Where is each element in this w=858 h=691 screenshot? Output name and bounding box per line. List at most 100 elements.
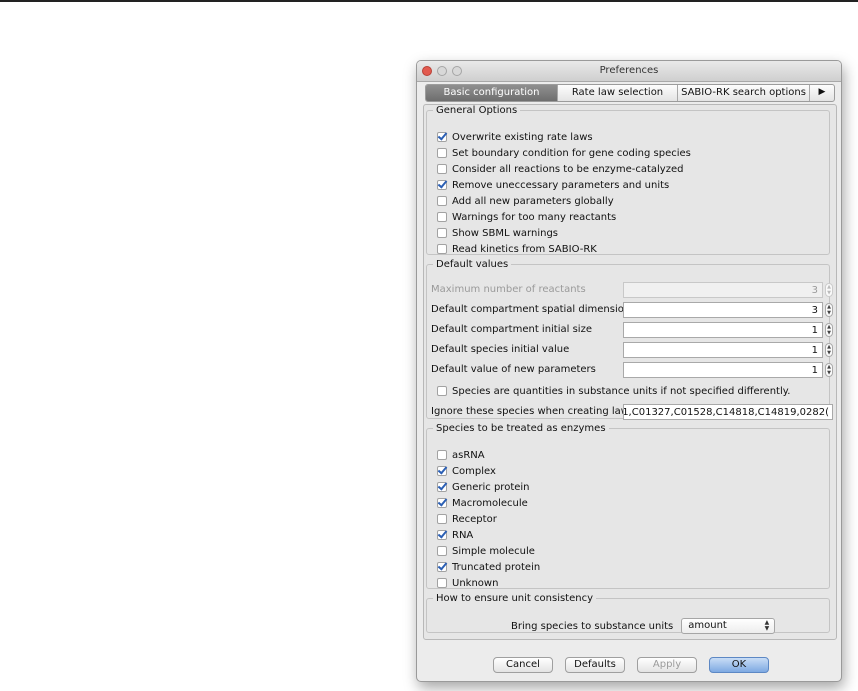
- checkbox-row-asrna[interactable]: asRNA: [437, 448, 485, 462]
- checkbox[interactable]: [437, 148, 447, 158]
- default-values-group: Default values Maximum number of reactan…: [426, 259, 833, 420]
- field-new-parameter-value: Default value of new parameters 1 ▲ ▼: [431, 362, 833, 378]
- checkbox-row-simple-molecule[interactable]: Simple molecule: [437, 544, 535, 558]
- checkbox-label: Simple molecule: [452, 545, 535, 557]
- checkbox-row-parameters-globally[interactable]: Add all new parameters globally: [437, 194, 614, 208]
- substance-units-select[interactable]: amount ▲ ▼: [681, 618, 776, 634]
- checkbox-row-sabio-rk-kinetics[interactable]: Read kinetics from SABIO-RK: [437, 242, 597, 256]
- tab-scroll-right-icon[interactable]: ▶: [810, 85, 834, 101]
- general-options-legend: General Options: [436, 105, 518, 116]
- checkbox[interactable]: [437, 514, 447, 524]
- checkbox-row-enzyme-catalyzed[interactable]: Consider all reactions to be enzyme-cata…: [437, 162, 683, 176]
- checkbox-label: Macromolecule: [452, 497, 528, 509]
- new-parameter-value-input[interactable]: 1: [623, 362, 823, 378]
- checkbox-label: Warnings for too many reactants: [452, 211, 617, 223]
- defaults-button[interactable]: Defaults: [565, 657, 625, 673]
- tab-basic-configuration[interactable]: Basic configuration: [426, 85, 558, 101]
- field-compartment-size: Default compartment initial size 1 ▲ ▼: [431, 322, 833, 338]
- stepper-icon[interactable]: ▲ ▼: [825, 303, 833, 317]
- checkbox-row-macromolecule[interactable]: Macromolecule: [437, 496, 528, 510]
- checkbox[interactable]: [437, 578, 447, 588]
- checkbox[interactable]: [437, 546, 447, 556]
- stepper-icon[interactable]: ▲ ▼: [825, 343, 833, 357]
- species-initial-value-input[interactable]: 1: [623, 342, 823, 358]
- checkbox[interactable]: [437, 164, 447, 174]
- field-ignore-species: Ignore these species when creating laws …: [431, 404, 833, 420]
- checkbox[interactable]: [437, 212, 447, 222]
- tab-sabio-rk-search-options[interactable]: SABIO-RK search options: [678, 85, 810, 101]
- checkbox-label: Add all new parameters globally: [452, 195, 614, 207]
- checkbox-label: Consider all reactions to be enzyme-cata…: [452, 163, 684, 175]
- checkbox-label: Truncated protein: [452, 561, 541, 573]
- checkbox[interactable]: [437, 386, 447, 396]
- checkbox[interactable]: [437, 498, 447, 508]
- checkbox-label: Complex: [452, 465, 496, 477]
- checkbox-row-truncated-protein[interactable]: Truncated protein: [437, 560, 540, 574]
- checkbox-label: Unknown: [452, 577, 499, 589]
- window-title: Preferences: [599, 65, 659, 76]
- field-spatial-dimensions: Default compartment spatial dimensions 3…: [431, 302, 833, 318]
- checkbox-label: RNA: [452, 529, 474, 541]
- field-label: Default species initial value: [431, 344, 570, 355]
- checkbox-row-receptor[interactable]: Receptor: [437, 512, 497, 526]
- checkbox-label: asRNA: [452, 449, 485, 461]
- unit-consistency-legend: How to ensure unit consistency: [436, 593, 594, 604]
- unit-consistency-group: How to ensure unit consistency Bring spe…: [426, 593, 830, 634]
- checkbox[interactable]: [437, 244, 447, 254]
- unit-consistency-row: Bring species to substance units amount …: [511, 618, 776, 634]
- checkbox[interactable]: [437, 132, 447, 142]
- checkbox-row-substance-units[interactable]: Species are quantities in substance unit…: [437, 384, 790, 398]
- field-max-reactants: Maximum number of reactants 3 ▲ ▼: [431, 282, 833, 298]
- max-reactants-input: 3: [623, 282, 823, 298]
- checkbox[interactable]: [437, 196, 447, 206]
- checkbox-row-generic-protein[interactable]: Generic protein: [437, 480, 530, 494]
- checkbox-row-reactant-warnings[interactable]: Warnings for too many reactants: [437, 210, 616, 224]
- tab-content-panel: General Options Overwrite existing rate …: [423, 104, 837, 640]
- ok-button[interactable]: OK: [709, 657, 769, 673]
- enzymes-legend: Species to be treated as enzymes: [436, 423, 606, 434]
- field-label: Default value of new parameters: [431, 364, 596, 375]
- page-top-rule: [0, 0, 858, 2]
- checkbox-label: Receptor: [452, 513, 497, 525]
- default-values-legend: Default values: [436, 259, 509, 270]
- stepper-icon: ▲ ▼: [825, 283, 833, 297]
- substance-units-selected: amount: [688, 620, 727, 631]
- checkbox[interactable]: [437, 450, 447, 460]
- checkbox-label: Set boundary condition for gene coding s…: [452, 147, 691, 159]
- preferences-dialog: Preferences Basic configuration Rate law…: [416, 60, 842, 682]
- unit-consistency-label: Bring species to substance units: [511, 620, 674, 632]
- checkbox-row-boundary-condition[interactable]: Set boundary condition for gene coding s…: [437, 146, 691, 160]
- checkbox-row-sbml-warnings[interactable]: Show SBML warnings: [437, 226, 558, 240]
- checkbox[interactable]: [437, 228, 447, 238]
- ignore-species-input[interactable]: )0282,C00291,C01327,C01528,C14818,C14819: [623, 404, 833, 420]
- enzymes-group: Species to be treated as enzymes asRNA C…: [426, 423, 830, 589]
- stepper-icon[interactable]: ▲ ▼: [825, 363, 833, 377]
- checkbox[interactable]: [437, 482, 447, 492]
- checkbox-row-overwrite-rate-laws[interactable]: Overwrite existing rate laws: [437, 130, 593, 144]
- field-label: Default compartment initial size: [431, 324, 592, 335]
- checkbox-label: Species are quantities in substance unit…: [452, 385, 791, 397]
- tab-bar: Basic configuration Rate law selection S…: [425, 84, 835, 102]
- spatial-dimensions-input[interactable]: 3: [623, 302, 823, 318]
- checkbox[interactable]: [437, 180, 447, 190]
- checkbox-label: Remove uneccessary parameters and units: [452, 179, 670, 191]
- field-label: Ignore these species when creating laws: [431, 406, 635, 417]
- checkbox-label: Read kinetics from SABIO-RK: [452, 243, 597, 255]
- checkbox-row-remove-parameters[interactable]: Remove uneccessary parameters and units: [437, 178, 669, 192]
- compartment-size-input[interactable]: 1: [623, 322, 823, 338]
- checkbox[interactable]: [437, 466, 447, 476]
- tab-rate-law-selection[interactable]: Rate law selection: [558, 85, 678, 101]
- checkbox[interactable]: [437, 530, 447, 540]
- checkbox[interactable]: [437, 562, 447, 572]
- cancel-button[interactable]: Cancel: [493, 657, 553, 673]
- checkbox-row-rna[interactable]: RNA: [437, 528, 473, 542]
- general-options-group: General Options Overwrite existing rate …: [426, 105, 830, 255]
- field-species-initial-value: Default species initial value 1 ▲ ▼: [431, 342, 833, 358]
- checkbox-row-unknown[interactable]: Unknown: [437, 576, 498, 590]
- checkbox-label: Overwrite existing rate laws: [452, 131, 593, 143]
- title-bar[interactable]: Preferences: [417, 61, 841, 82]
- checkbox-label: Show SBML warnings: [452, 227, 559, 239]
- stepper-icon[interactable]: ▲ ▼: [825, 323, 833, 337]
- checkbox-row-complex[interactable]: Complex: [437, 464, 496, 478]
- apply-button[interactable]: Apply: [637, 657, 697, 673]
